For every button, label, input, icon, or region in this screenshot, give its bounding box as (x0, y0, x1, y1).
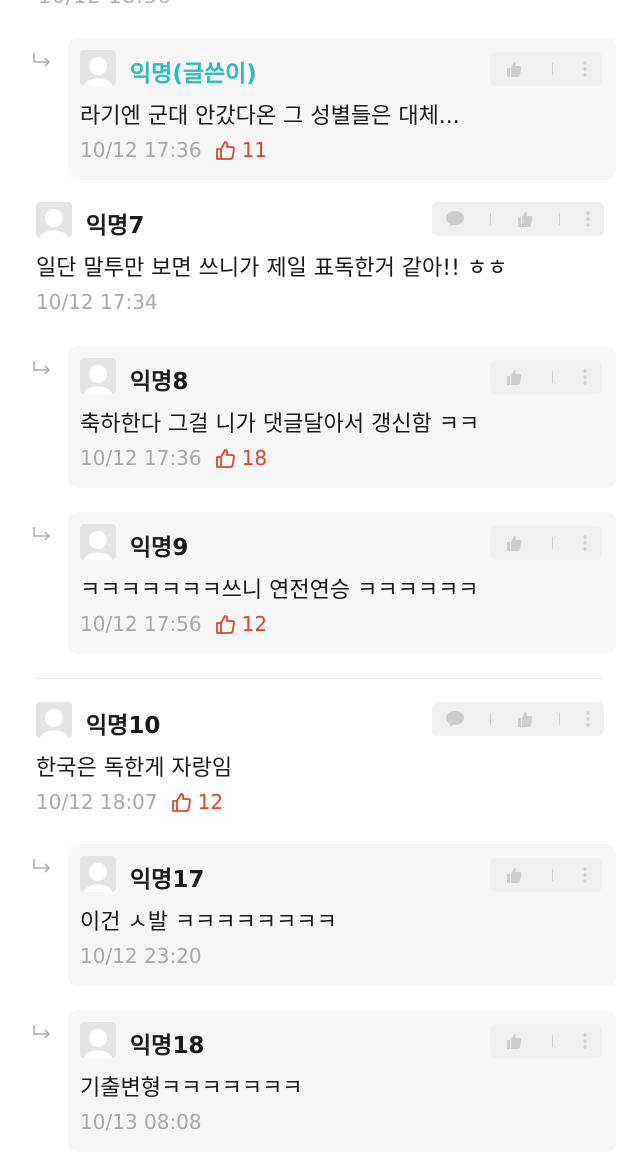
reply-item: 익명9 ㅋㅋㅋㅋㅋㅋㅋ쓰니 연전연승 ㅋㅋㅋㅋㅋㅋ 10/12 17:56 12 (33, 512, 616, 654)
comment-actions (432, 202, 604, 236)
nickname-writer[interactable]: 익명(글쓴이) (130, 54, 257, 88)
comment-actions (490, 858, 602, 892)
comment-divider (36, 678, 602, 679)
avatar (36, 202, 72, 238)
thumbs-up-icon[interactable] (505, 1032, 523, 1050)
avatar (80, 1022, 116, 1058)
nickname[interactable]: 익명7 (86, 206, 144, 240)
comment-meta: 10/12 17:34 (36, 290, 158, 314)
avatar (80, 856, 116, 892)
thumb-outline-icon (215, 141, 235, 160)
speech-bubble-icon[interactable] (445, 710, 465, 728)
comment-text: 라기엔 군대 안갔다온 그 성별들은 대체... (80, 104, 460, 129)
comment-meta: 10/12 17:36 11 (80, 138, 267, 162)
comment-actions (490, 526, 602, 560)
reply-item: 익명8 축하한다 그걸 니가 댓글달아서 갱신함 ㅋㅋ 10/12 17:36 … (33, 346, 616, 488)
nickname[interactable]: 익명18 (130, 1026, 204, 1060)
comment-time: 10/12 17:56 (80, 612, 202, 636)
nickname[interactable]: 익명8 (130, 362, 188, 396)
comment-time: 10/12 18:07 (36, 790, 158, 814)
nickname[interactable]: 익명10 (86, 706, 160, 740)
comment-actions (490, 1024, 602, 1058)
like-count: 11 (214, 138, 267, 162)
comment-meta: 10/12 17:56 12 (80, 612, 267, 636)
comment-text: 축하한다 그걸 니가 댓글달아서 갱신함 ㅋㅋ (80, 412, 480, 437)
comment-item: 익명10 한국은 독한게 자랑임 10/12 18:07 12 (36, 702, 604, 822)
comment-time: 10/13 08:08 (80, 1110, 202, 1134)
speech-bubble-icon[interactable] (445, 210, 465, 228)
comment-text: 이건 ㅅ발 ㅋㅋㅋㅋㅋㅋㅋㅋ (80, 910, 337, 935)
nickname[interactable]: 익명17 (130, 860, 204, 894)
thumbs-up-icon[interactable] (505, 866, 523, 884)
comment-item: 익명7 일단 말투만 보면 쓰니가 제일 표독한거 같아!! ㅎㅎ 10/12 … (36, 202, 604, 322)
previous-comment-time: 10/12 18:36 (38, 0, 171, 8)
comment-time: 10/12 17:34 (36, 290, 158, 314)
comment-text: 한국은 독한게 자랑임 (36, 756, 233, 781)
more-options-icon[interactable] (585, 210, 591, 228)
thumbs-up-icon[interactable] (505, 368, 523, 386)
avatar (80, 524, 116, 560)
reply-arrow-icon (33, 53, 51, 67)
more-options-icon[interactable] (582, 534, 588, 552)
reply-item: 익명17 이건 ㅅ발 ㅋㅋㅋㅋㅋㅋㅋㅋ 10/12 23:20 (33, 844, 616, 986)
avatar (80, 50, 116, 86)
reply-writer: 익명(글쓴이) 라기엔 군대 안갔다온 그 성별들은 대체... 10/12 1… (33, 38, 616, 180)
comment-meta: 10/13 08:08 (80, 1110, 202, 1134)
comment-text: ㅋㅋㅋㅋㅋㅋㅋ쓰니 연전연승 ㅋㅋㅋㅋㅋㅋ (80, 578, 479, 603)
avatar (36, 702, 72, 738)
reply-item: 익명18 기출변형ㅋㅋㅋㅋㅋㅋㅋ 10/13 08:08 (33, 1010, 616, 1152)
like-count: 18 (214, 446, 267, 470)
reply-arrow-icon (33, 527, 51, 541)
reply-arrow-icon (33, 859, 51, 873)
comment-meta: 10/12 17:36 18 (80, 446, 267, 470)
more-options-icon[interactable] (582, 1032, 588, 1050)
more-options-icon[interactable] (582, 60, 588, 78)
reply-arrow-icon (33, 361, 51, 375)
thumb-outline-icon (171, 793, 191, 812)
comment-text: 일단 말투만 보면 쓰니가 제일 표독한거 같아!! ㅎㅎ (36, 256, 508, 281)
like-count: 12 (214, 612, 267, 636)
thumb-outline-icon (215, 615, 235, 634)
thumb-outline-icon (215, 449, 235, 468)
thumbs-up-icon[interactable] (516, 710, 534, 728)
comment-text: 기출변형ㅋㅋㅋㅋㅋㅋㅋ (80, 1076, 303, 1101)
reply-arrow-icon (33, 1025, 51, 1039)
comment-meta: 10/12 18:07 12 (36, 790, 223, 814)
comment-actions (490, 360, 602, 394)
more-options-icon[interactable] (582, 368, 588, 386)
nickname[interactable]: 익명9 (130, 528, 188, 562)
avatar (80, 358, 116, 394)
thumbs-up-icon[interactable] (505, 534, 523, 552)
like-count: 12 (170, 790, 223, 814)
comment-actions (490, 52, 602, 86)
thumbs-up-icon[interactable] (516, 210, 534, 228)
more-options-icon[interactable] (585, 710, 591, 728)
more-options-icon[interactable] (582, 866, 588, 884)
thumbs-up-icon[interactable] (505, 60, 523, 78)
comment-time: 10/12 17:36 (80, 138, 202, 162)
comment-actions (432, 702, 604, 736)
comment-time: 10/12 17:36 (80, 446, 202, 470)
comment-time: 10/12 23:20 (80, 944, 202, 968)
comment-meta: 10/12 23:20 (80, 944, 202, 968)
